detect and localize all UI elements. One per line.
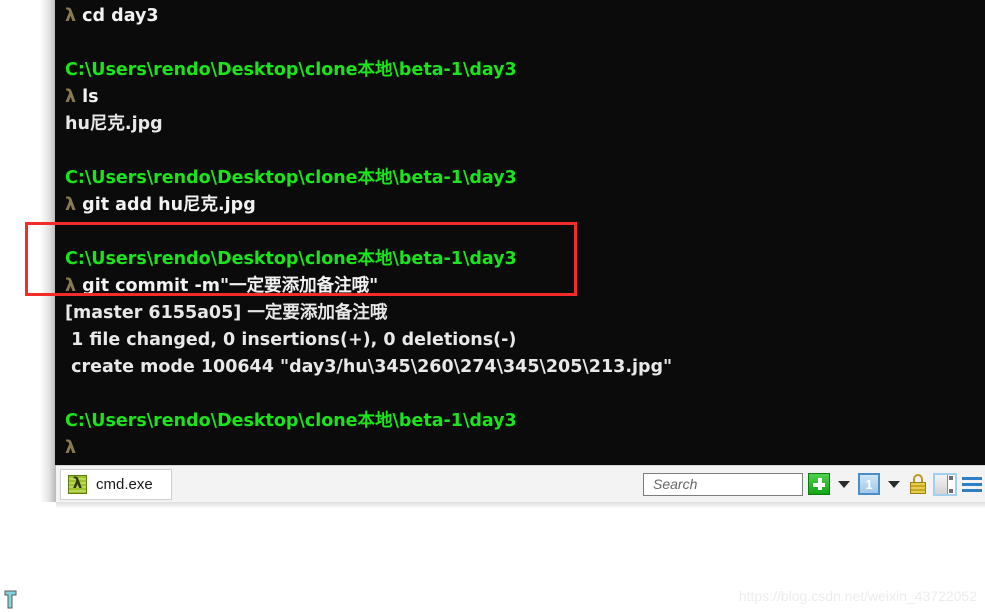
lock-body [910, 482, 926, 494]
console-line-path: C:\Users\rendo\Desktop\clone本地\beta-1\da… [65, 411, 517, 431]
search-box[interactable] [643, 472, 837, 496]
status-bar-bottom-shadow [56, 502, 985, 509]
console-line-command: λ cd day3 [65, 3, 985, 30]
console-line-path: C:\Users\rendo\Desktop\clone本地\beta-1\da… [65, 60, 517, 80]
status-bar-controls: 1 [643, 472, 985, 496]
console-line-command: λ ls [65, 84, 985, 111]
console-line-output: create mode 100644 "day3/hu\345\260\274\… [65, 357, 673, 377]
desktop-cursor-icon [4, 590, 17, 609]
prompt-lambda-icon: λ [65, 87, 77, 107]
console-line-command: λ [65, 435, 985, 462]
prompt-lambda-icon: λ [65, 438, 77, 458]
console-line-output: [master 6155a05] 一定要添加备注哦 [65, 303, 388, 323]
console-line-command: λ git add hu尼克.jpg [65, 192, 985, 219]
new-tab-chevron-down-icon[interactable] [838, 480, 850, 488]
console-command-text: cd day3 [76, 6, 159, 26]
active-tab-number-button[interactable]: 1 [858, 473, 880, 495]
prompt-lambda-icon: λ [65, 6, 77, 26]
tab-cmd-exe-label: cmd.exe [96, 475, 153, 493]
console-command-text: ls [76, 87, 99, 107]
layout-pane-left [935, 474, 948, 494]
red-highlight-annotation [25, 222, 577, 296]
lock-icon[interactable] [908, 473, 928, 495]
hamburger-menu-icon[interactable] [962, 474, 982, 494]
console-command-text: git add hu尼克.jpg [76, 195, 256, 215]
console-line-output: hu尼克.jpg [65, 114, 163, 134]
menu-bar-2 [962, 483, 982, 486]
layout-toggle-icon[interactable] [933, 472, 957, 496]
lambda-icon [68, 474, 87, 494]
console-line-output: 1 file changed, 0 insertions(+), 0 delet… [65, 330, 517, 350]
tab-strip: cmd.exe [56, 466, 172, 502]
console-line-path: C:\Users\rendo\Desktop\clone本地\beta-1\da… [65, 168, 517, 188]
console-status-bar: cmd.exe 1 [56, 465, 985, 502]
tab-list-chevron-down-icon[interactable] [888, 480, 900, 488]
new-tab-button[interactable] [808, 473, 830, 495]
menu-bar-1 [962, 477, 982, 480]
prompt-lambda-icon: λ [65, 195, 77, 215]
layout-pane-right [947, 474, 955, 494]
menu-bar-3 [962, 489, 982, 492]
csdn-watermark: https://blog.csdn.net/weixin_43722052 [738, 588, 977, 604]
tab-cmd-exe[interactable]: cmd.exe [60, 468, 172, 500]
